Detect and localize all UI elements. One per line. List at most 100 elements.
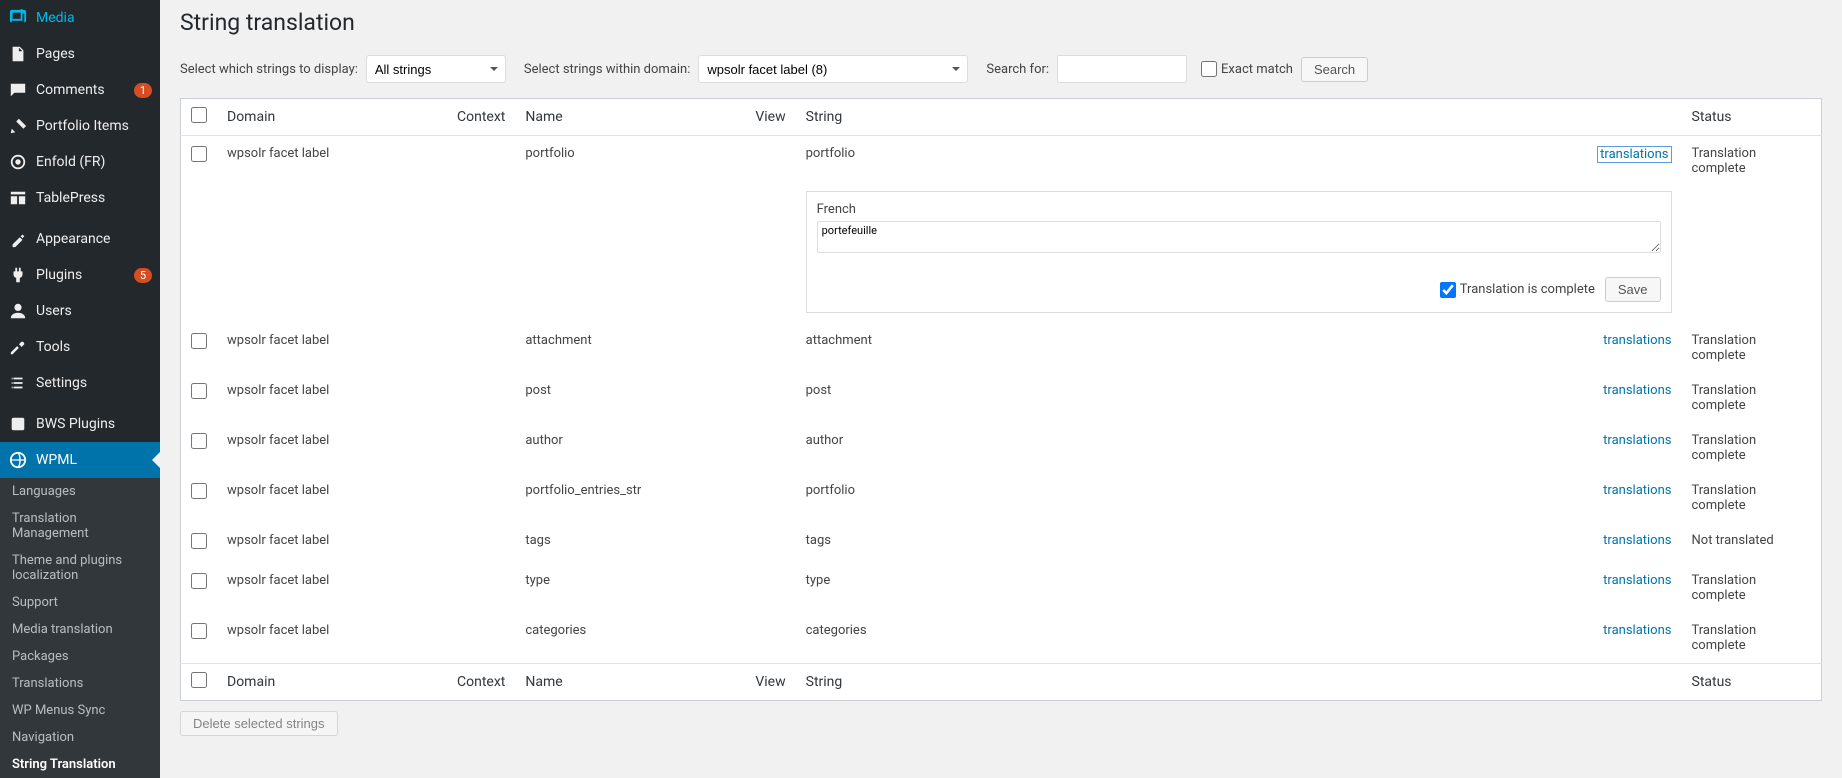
menu-label: Media <box>36 10 152 26</box>
translations-link[interactable]: translations <box>1603 333 1671 348</box>
menu-label: Appearance <box>36 231 152 247</box>
menu-item-pages[interactable]: Pages <box>0 36 160 72</box>
header-domain[interactable]: Domain <box>217 99 447 136</box>
translations-link[interactable]: translations <box>1597 146 1671 163</box>
cell-status: Translation complete <box>1682 136 1822 324</box>
display-filter-select[interactable]: All strings <box>366 55 506 83</box>
header-context[interactable]: Context <box>447 99 515 136</box>
translations-link[interactable]: translations <box>1603 573 1671 588</box>
cell-string: portfoliotranslations <box>796 473 1682 523</box>
footer-name[interactable]: Name <box>515 664 745 701</box>
submenu-item-translation-management[interactable]: Translation Management <box>0 505 160 547</box>
submenu-item-wp-menus-sync[interactable]: WP Menus Sync <box>0 697 160 724</box>
row-checkbox[interactable] <box>191 383 207 399</box>
cell-name: type <box>515 563 745 613</box>
menu-item-bws-plugins[interactable]: BWS Plugins <box>0 406 160 442</box>
menu-item-settings[interactable]: Settings <box>0 365 160 401</box>
portfolio-icon <box>8 116 28 136</box>
translation-textarea[interactable] <box>817 221 1661 253</box>
select-all-checkbox-top[interactable] <box>191 107 207 123</box>
row-checkbox[interactable] <box>191 533 207 549</box>
submenu-item-packages[interactable]: Packages <box>0 643 160 670</box>
save-translation-button[interactable]: Save <box>1605 277 1661 302</box>
translations-link[interactable]: translations <box>1603 433 1671 448</box>
filter-bar: Select which strings to display: All str… <box>180 40 1822 98</box>
row-checkbox[interactable] <box>191 483 207 499</box>
menu-label: Portfolio Items <box>36 118 152 134</box>
cell-view <box>745 563 795 613</box>
menu-badge: 5 <box>134 268 152 283</box>
translations-link[interactable]: translations <box>1603 383 1671 398</box>
row-checkbox[interactable] <box>191 623 207 639</box>
menu-item-comments[interactable]: Comments1 <box>0 72 160 108</box>
search-button[interactable]: Search <box>1301 57 1368 82</box>
cell-domain: wpsolr facet label <box>217 373 447 423</box>
cell-domain: wpsolr facet label <box>217 423 447 473</box>
footer-string[interactable]: String <box>796 664 1682 701</box>
translation-complete-checkbox[interactable] <box>1440 282 1456 298</box>
menu-item-tools[interactable]: Tools <box>0 329 160 365</box>
cell-domain: wpsolr facet label <box>217 473 447 523</box>
cell-context <box>447 323 515 373</box>
menu-label: Users <box>36 303 152 319</box>
menu-item-media[interactable]: Media <box>0 0 160 36</box>
menu-label: Plugins <box>36 267 130 283</box>
footer-context[interactable]: Context <box>447 664 515 701</box>
menu-item-tablepress[interactable]: TablePress <box>0 180 160 216</box>
submenu-item-languages[interactable]: Languages <box>0 478 160 505</box>
header-status[interactable]: Status <box>1682 99 1822 136</box>
cell-context <box>447 136 515 324</box>
row-checkbox[interactable] <box>191 333 207 349</box>
footer-domain[interactable]: Domain <box>217 664 447 701</box>
submenu-item-support[interactable]: Support <box>0 589 160 616</box>
cell-name: categories <box>515 613 745 664</box>
cell-view <box>745 613 795 664</box>
submenu-item-translations[interactable]: Translations <box>0 670 160 697</box>
menu-item-portfolio-items[interactable]: Portfolio Items <box>0 108 160 144</box>
menu-item-plugins[interactable]: Plugins 5 <box>0 257 160 293</box>
translations-link[interactable]: translations <box>1603 623 1671 638</box>
tablepress-icon <box>8 188 28 208</box>
header-view[interactable]: View <box>745 99 795 136</box>
cell-string: attachmenttranslations <box>796 323 1682 373</box>
header-name[interactable]: Name <box>515 99 745 136</box>
row-checkbox[interactable] <box>191 433 207 449</box>
translations-link[interactable]: translations <box>1603 483 1671 498</box>
menu-item-users[interactable]: Users <box>0 293 160 329</box>
select-all-checkbox-bottom[interactable] <box>191 672 207 688</box>
row-checkbox[interactable] <box>191 146 207 162</box>
menu-label: Comments <box>36 82 130 98</box>
menu-label: WPML <box>36 452 152 468</box>
exact-match-checkbox[interactable] <box>1201 61 1217 77</box>
table-row: wpsolr facet labelattachmentattachmenttr… <box>181 323 1822 373</box>
search-input[interactable] <box>1057 55 1187 83</box>
cell-status: Translation complete <box>1682 373 1822 423</box>
wpml-submenu: LanguagesTranslation ManagementTheme and… <box>0 478 160 778</box>
cell-domain: wpsolr facet label <box>217 323 447 373</box>
domain-filter-select[interactable]: wpsolr facet label (8) <box>698 55 968 83</box>
footer-status[interactable]: Status <box>1682 664 1822 701</box>
cell-status: Not translated <box>1682 523 1822 563</box>
submenu-item-media-translation[interactable]: Media translation <box>0 616 160 643</box>
table-row: wpsolr facet labelauthorauthortranslatio… <box>181 423 1822 473</box>
cell-view <box>745 473 795 523</box>
comments-icon <box>8 80 28 100</box>
table-row: wpsolr facet labeltypetypetranslationsTr… <box>181 563 1822 613</box>
submenu-item-theme-and-plugins-localization[interactable]: Theme and plugins localization <box>0 547 160 589</box>
cell-view <box>745 373 795 423</box>
header-string[interactable]: String <box>796 99 1682 136</box>
string-text: tags <box>806 533 831 548</box>
translations-link[interactable]: translations <box>1603 533 1671 548</box>
submenu-item-navigation[interactable]: Navigation <box>0 724 160 751</box>
row-checkbox[interactable] <box>191 573 207 589</box>
menu-item-enfold-fr-[interactable]: Enfold (FR) <box>0 144 160 180</box>
translation-language-label: French <box>817 202 1661 217</box>
footer-view[interactable]: View <box>745 664 795 701</box>
submenu-item-string-translation[interactable]: String Translation <box>0 751 160 778</box>
menu-item-appearance[interactable]: Appearance <box>0 221 160 257</box>
delete-selected-button[interactable]: Delete selected strings <box>180 711 338 736</box>
bws-icon <box>8 414 28 434</box>
table-row: wpsolr facet labeltagstagstranslationsNo… <box>181 523 1822 563</box>
menu-item-wpml[interactable]: WPML <box>0 442 160 478</box>
wpml-icon <box>8 450 28 470</box>
